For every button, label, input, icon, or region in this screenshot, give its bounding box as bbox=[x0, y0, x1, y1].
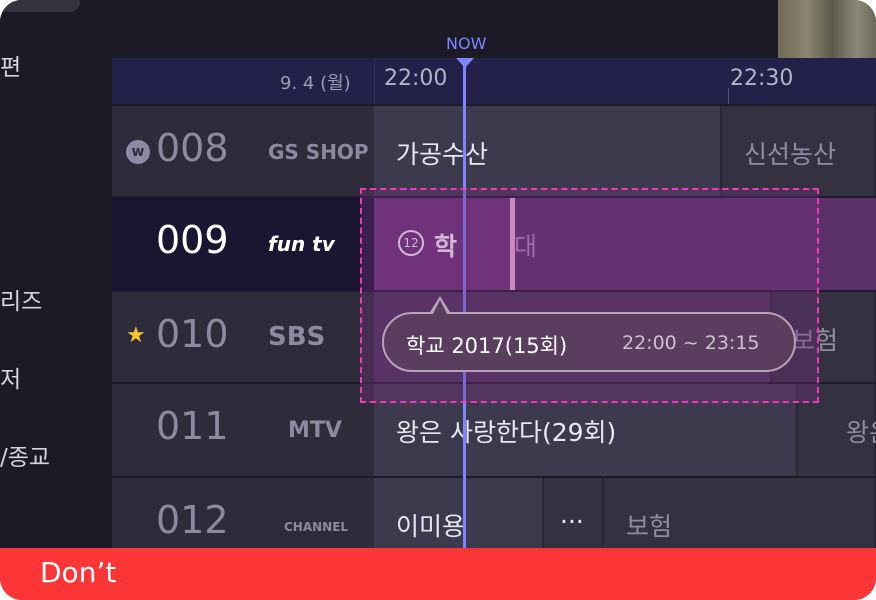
program-cell[interactable]: 이미용 bbox=[374, 478, 544, 548]
tv-guide-screen: 편 리즈 저 /종교 NOW 9. 4 (월) 22:00 22:30 w 00… bbox=[0, 0, 876, 600]
sidebar-top-tab[interactable] bbox=[0, 0, 80, 12]
program-cell[interactable]: 보험 bbox=[604, 478, 876, 548]
tooltip-title: 학교 2017(15회) bbox=[406, 334, 568, 358]
channel-logo: SBS bbox=[268, 322, 326, 352]
banner-label: Don’t bbox=[40, 556, 117, 589]
channel-row-012[interactable]: 012 CHANNEL bbox=[112, 478, 374, 548]
program-title: 왕은 사랑한다(29회) bbox=[396, 418, 617, 447]
channel-row-009[interactable]: 009 fun tv bbox=[112, 198, 374, 290]
channel-logo: CHANNEL bbox=[284, 520, 349, 534]
more-icon: ··· bbox=[560, 507, 584, 536]
sidebar-item[interactable]: /종교 bbox=[0, 438, 50, 472]
program-tooltip: 학교 2017(15회) 22:00 ~ 23:15 bbox=[382, 312, 796, 372]
sidebar-item[interactable]: 저 bbox=[0, 360, 21, 394]
program-title: 가공수산 bbox=[396, 140, 489, 169]
channel-row-008[interactable]: w 008 GS SHOP bbox=[112, 106, 374, 198]
channel-logo: MTV bbox=[288, 418, 342, 443]
channel-number: 012 bbox=[156, 498, 229, 542]
w-badge-icon: w bbox=[126, 140, 150, 164]
sidebar-item[interactable]: 편 bbox=[0, 48, 21, 82]
channel-number: 009 bbox=[156, 218, 229, 262]
category-sidebar: 편 리즈 저 /종교 bbox=[0, 0, 112, 548]
row-divider bbox=[112, 104, 876, 106]
row-divider bbox=[112, 476, 876, 478]
sidebar-item[interactable]: 리즈 bbox=[0, 282, 42, 316]
dont-banner: Don’t bbox=[0, 548, 876, 600]
channel-number: 011 bbox=[156, 404, 229, 448]
channel-row-011[interactable]: 011 MTV bbox=[112, 384, 374, 476]
time-slot-label: 22:00 bbox=[384, 66, 448, 91]
star-icon: ★ bbox=[126, 323, 146, 348]
channel-number: 010 bbox=[156, 312, 229, 356]
program-title: 신선농산 bbox=[744, 140, 837, 169]
program-cell[interactable]: 신선농산 bbox=[722, 106, 876, 198]
program-title: 보험 bbox=[626, 512, 673, 541]
time-tick bbox=[728, 88, 729, 104]
channel-row-010[interactable]: ★ 010 SBS bbox=[112, 292, 374, 384]
guide-date: 9. 4 (월) bbox=[280, 73, 351, 94]
time-slot-label: 22:30 bbox=[730, 66, 794, 91]
preview-thumbnail bbox=[778, 0, 876, 58]
channel-number: 008 bbox=[156, 126, 229, 170]
channel-logo: GS SHOP bbox=[268, 140, 369, 164]
now-marker-icon bbox=[456, 58, 474, 68]
program-cell-more[interactable]: ··· bbox=[544, 478, 604, 548]
channel-logo: fun tv bbox=[268, 232, 335, 256]
tooltip-time: 22:00 ~ 23:15 bbox=[622, 332, 760, 354]
time-header: 9. 4 (월) 22:00 22:30 bbox=[112, 58, 876, 104]
program-title: 이미용 bbox=[396, 512, 466, 541]
program-title: 왕은 bbox=[846, 418, 876, 447]
tooltip-arrow-fill bbox=[433, 300, 447, 314]
program-cell[interactable]: 가공수산 bbox=[374, 106, 722, 198]
header-divider bbox=[374, 58, 375, 104]
now-label: NOW bbox=[446, 34, 487, 53]
